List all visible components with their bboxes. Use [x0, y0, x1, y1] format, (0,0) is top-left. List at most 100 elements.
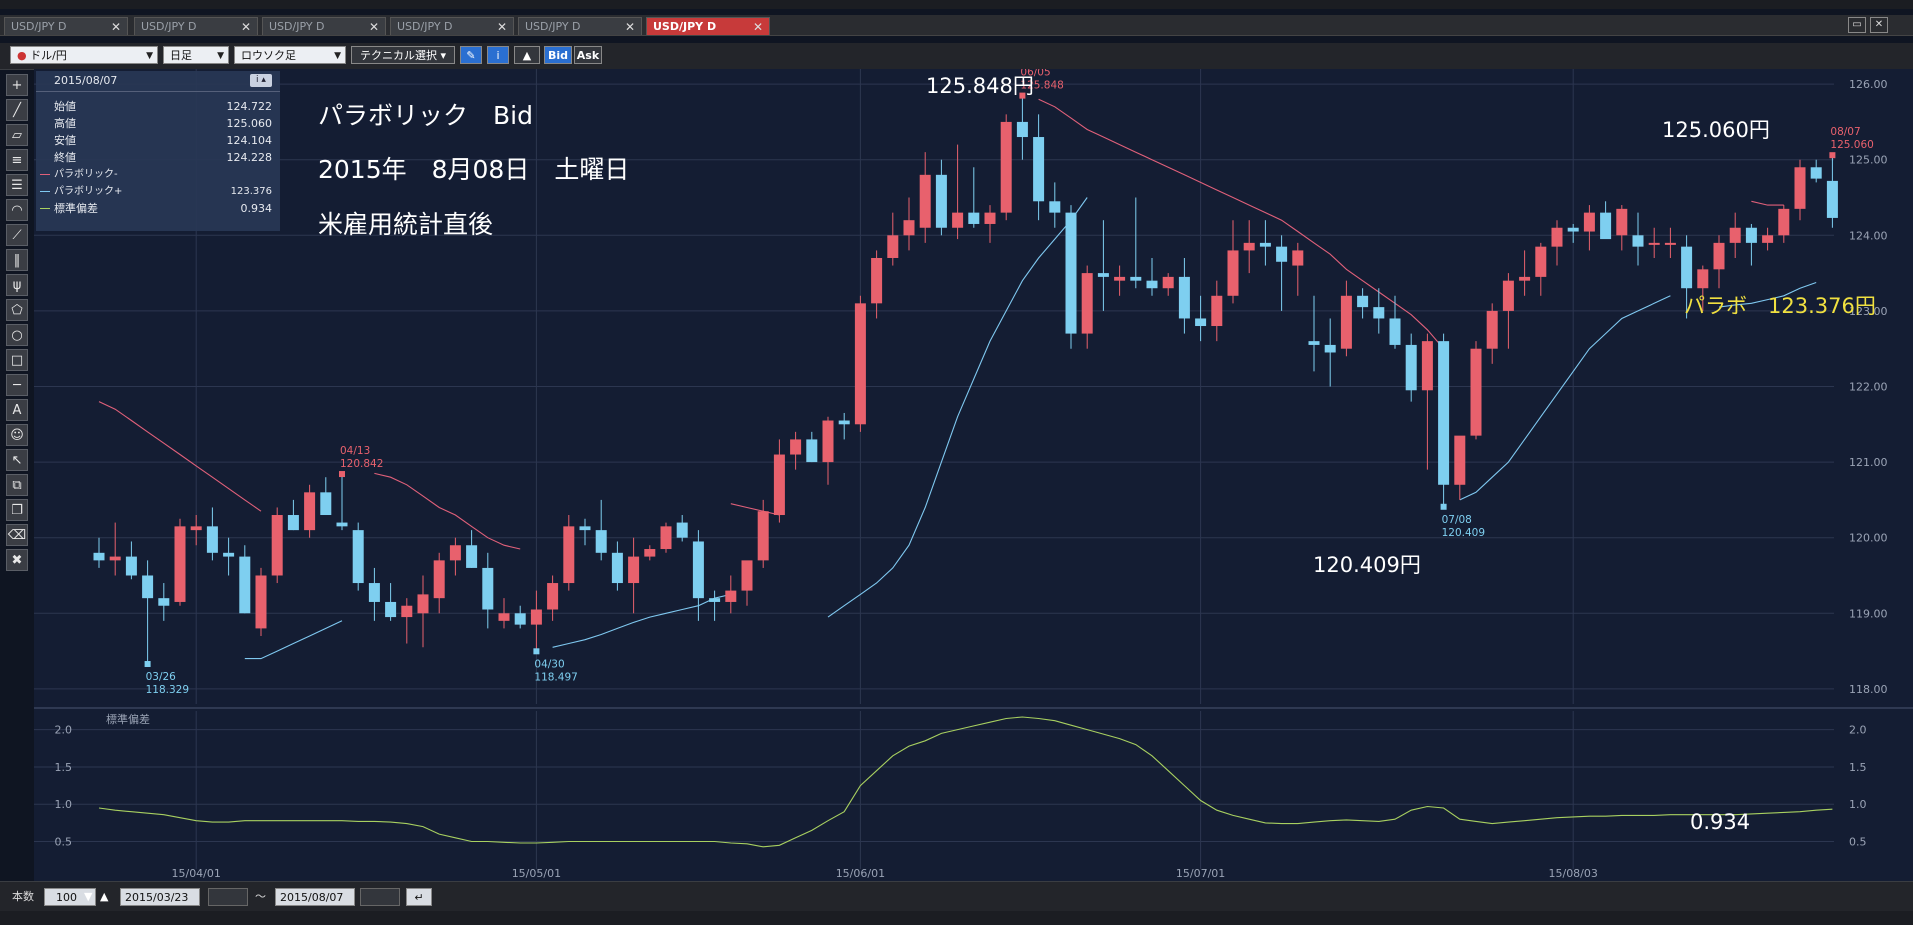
open-row: 始値 124.722: [36, 98, 280, 115]
candle-body: [1600, 212, 1612, 240]
pair-select[interactable]: ● ドル/円 ▼: [10, 46, 158, 64]
candle-body: [385, 601, 397, 618]
marker-dot: [1440, 503, 1447, 510]
candle-body: [482, 567, 494, 610]
candle-body: [287, 515, 299, 531]
chart-area[interactable]: 118.00119.00120.00121.00122.00123.00124.…: [34, 69, 1913, 881]
time-from-input[interactable]: [208, 888, 248, 906]
candle-body: [1535, 246, 1547, 277]
chart-toolbar: ● ドル/円 ▼ 日足 ▼ ロウソク足 ▼ テクニカル選択 ▾ ✎ i ▲ Bid A…: [0, 43, 1913, 70]
candle-body: [498, 613, 510, 621]
candle: [1438, 333, 1450, 507]
technical-select-button[interactable]: テクニカル選択 ▾: [351, 46, 455, 64]
candle-body: [255, 575, 267, 629]
candle-body: [320, 492, 332, 516]
hlines-icon[interactable]: ≡: [6, 149, 28, 171]
erase-all-icon[interactable]: ✖: [6, 549, 28, 571]
legend-swatch: [40, 174, 50, 175]
bid-button[interactable]: Bid: [544, 46, 572, 64]
fan-icon[interactable]: ⟋: [6, 224, 28, 246]
candle-body: [1778, 208, 1790, 236]
date-to-input[interactable]: 2015/08/07: [275, 888, 355, 906]
mountain-chart-icon[interactable]: ▲: [514, 46, 540, 64]
arc-icon[interactable]: ◠: [6, 199, 28, 221]
candle: [854, 295, 866, 432]
line-icon[interactable]: ─: [6, 374, 28, 396]
close-icon[interactable]: ✕: [625, 18, 635, 36]
cursor-icon[interactable]: ↖: [6, 449, 28, 471]
tab-1[interactable]: USD/JPY D ✕: [4, 17, 128, 35]
count-up-icon[interactable]: ▲: [100, 888, 108, 906]
candle-body: [1000, 121, 1012, 213]
info-toggle-icon[interactable]: i ▴: [250, 74, 272, 87]
text-icon[interactable]: A: [6, 399, 28, 421]
sub-y-tick-label-left: 0.5: [55, 836, 73, 849]
candle: [271, 507, 283, 584]
x-tick-label: 15/06/01: [836, 867, 885, 880]
candle-body: [547, 583, 559, 610]
close-icon[interactable]: ✕: [111, 18, 121, 36]
y-tick-label: 119.00: [1849, 607, 1888, 620]
footer-strip: [0, 911, 1913, 925]
copy-icon[interactable]: ⧉: [6, 474, 28, 496]
period-select[interactable]: 日足 ▼: [163, 46, 229, 64]
close-icon[interactable]: ✕: [497, 18, 507, 36]
low-row: 安値 124.104: [36, 132, 280, 149]
stamp-icon[interactable]: ☺: [6, 424, 28, 446]
rectangle-icon[interactable]: □: [6, 349, 28, 371]
candle-body: [109, 556, 121, 561]
tab-4[interactable]: USD/JPY D ✕: [390, 17, 514, 35]
time-to-input[interactable]: [360, 888, 400, 906]
tab-5[interactable]: USD/JPY D ✕: [518, 17, 642, 35]
paste-icon[interactable]: ❐: [6, 499, 28, 521]
drawing-tools: + ╱ ▱ ≡ ☰ ◠ ⟋ ‖ ψ ⬠ ○ □ ─ A ☺ ↖ ⧉ ❐ ⌫ ✖: [6, 74, 30, 584]
candle-body: [1259, 242, 1271, 247]
marker-date: 08/07: [1830, 126, 1860, 138]
close-icon[interactable]: ✕: [753, 18, 763, 36]
date-from-input[interactable]: 2015/03/23: [120, 888, 200, 906]
trendline-icon[interactable]: ╱: [6, 99, 28, 121]
pentagon-icon[interactable]: ⬠: [6, 299, 28, 321]
candle: [563, 515, 575, 591]
legend-value: 0.934: [240, 202, 273, 215]
candle-body: [1681, 246, 1693, 289]
crosshair-icon[interactable]: +: [6, 74, 28, 96]
annotation-date: 2015年 8月08日 土曜日: [318, 155, 630, 184]
tab-2[interactable]: USD/JPY D ✕: [134, 17, 258, 35]
candle: [660, 522, 672, 553]
ask-button[interactable]: Ask: [574, 46, 602, 64]
ruler-icon[interactable]: ▱: [6, 124, 28, 146]
stdev-pane-title: 標準偏差: [106, 712, 150, 726]
close-icon[interactable]: ✕: [241, 18, 251, 36]
candle-body: [676, 522, 688, 538]
count-down-icon[interactable]: ▼: [84, 888, 92, 906]
candle-body: [871, 257, 883, 304]
top-strip: [0, 0, 1913, 9]
close-window-icon[interactable]: ✕: [1870, 17, 1888, 33]
y-tick-label: 125.00: [1849, 154, 1888, 167]
candle-body: [271, 515, 283, 576]
tab-3[interactable]: USD/JPY D ✕: [262, 17, 386, 35]
apply-return-icon[interactable]: ↵: [406, 888, 432, 906]
fibonacci-icon[interactable]: ☰: [6, 174, 28, 196]
candle-body: [822, 420, 834, 463]
sub-y-tick-label-right: 0.5: [1849, 836, 1867, 849]
restore-window-icon[interactable]: ▭: [1848, 17, 1866, 33]
candle-body: [352, 530, 364, 584]
tab-6-active[interactable]: USD/JPY D ✕: [646, 17, 770, 35]
tab-label: USD/JPY D: [269, 20, 325, 33]
date-from-value: 2015/03/23: [125, 891, 189, 904]
vlines-icon[interactable]: ‖: [6, 249, 28, 271]
info-icon[interactable]: i: [487, 46, 509, 64]
pencil-icon[interactable]: ✎: [460, 46, 482, 64]
circle-icon[interactable]: ○: [6, 324, 28, 346]
candle-body: [1195, 318, 1207, 327]
pitchfork-icon[interactable]: ψ: [6, 274, 28, 296]
marker-date: 04/13: [340, 445, 370, 457]
candle-body: [466, 545, 478, 568]
eraser-icon[interactable]: ⌫: [6, 524, 28, 546]
close-icon[interactable]: ✕: [369, 18, 379, 36]
marker-value: 118.329: [146, 684, 189, 696]
candle-body: [1454, 435, 1466, 485]
chart-type-select[interactable]: ロウソク足 ▼: [234, 46, 346, 64]
